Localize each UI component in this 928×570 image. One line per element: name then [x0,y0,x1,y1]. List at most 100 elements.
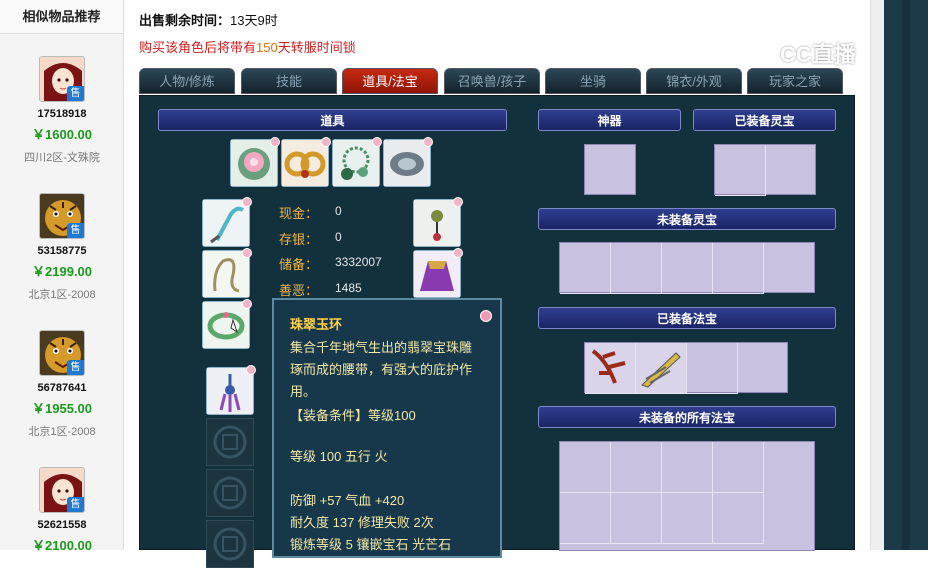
grid-cell[interactable] [611,442,662,493]
equipped-lingbao-header: 已装备灵宝 [693,109,836,131]
sale-timer: 出售剩余时间：13天9时 [139,10,278,29]
grid-cell[interactable] [611,243,662,294]
grid-cell[interactable] [560,493,611,544]
stat-reserve-value: 3332007 [335,255,382,269]
equip-slot[interactable] [383,137,433,187]
tassel-ornament-icon [207,368,253,414]
avatar[interactable]: 售 [39,467,85,513]
weapon-hook-icon [203,200,249,246]
grid-cell[interactable] [662,243,713,294]
avatar[interactable]: 售 [39,193,85,239]
grid-cell[interactable] [713,442,764,493]
similar-item-card[interactable]: 售 17518918 ￥1600.00 四川2区-文殊院 [0,56,124,165]
item-price: ￥1955.00 [32,401,92,416]
avatar[interactable]: 售 [39,56,85,102]
equip-slot[interactable] [206,365,256,415]
equip-slot[interactable] [230,137,280,187]
item-price: ￥2100.00 [32,538,92,553]
empty-slot-emblem-icon [213,476,247,510]
notice-suffix: 天转服时间锁 [277,40,356,55]
stat-cash-label: 现金： [279,206,319,221]
grid-cell[interactable] [662,493,713,544]
fabao-slot[interactable] [585,343,636,394]
equip-slot[interactable] [202,197,252,247]
items-panel: 道具 现金： 0 存银： 0 储备： 3332007 善恶： 1485 神器 已… [139,95,855,568]
equipped-lingbao-slots[interactable] [714,144,816,196]
stat-savings-value: 0 [335,230,342,244]
pin-icon [372,137,382,147]
equip-slot[interactable] [332,137,382,187]
jade-beads-icon [333,140,379,186]
equip-slot[interactable] [202,299,252,349]
fabao-slot[interactable] [636,343,687,394]
close-icon[interactable] [480,310,492,322]
grid-cell[interactable] [662,442,713,493]
tab-skills[interactable]: 技能 [241,68,337,94]
fabao-slot[interactable] [687,343,738,394]
gold-necklace-icon [282,140,328,186]
artifact-slot[interactable] [584,144,636,195]
tooltip-level-element: 等级 100 五行 火 [290,449,388,464]
similar-items-sidebar: 相似物品推荐 售 17518918 ￥1600.00 四川2区-文殊院 售 53… [0,0,124,553]
tab-character[interactable]: 人物/修炼 [139,68,235,94]
red-branch-fabao-icon [591,349,626,384]
sidebar-title: 相似物品推荐 [0,0,123,34]
tooltip-forge-gem: 锻炼等级 5 镶嵌宝石 光芒石 [290,537,452,552]
avatar[interactable]: 售 [39,330,85,376]
grid-cell[interactable] [560,442,611,493]
silver-armor-icon [384,140,430,186]
page-scrollbar[interactable] [870,0,884,550]
pin-icon [270,137,280,147]
item-id: 53158775 [37,245,87,257]
equip-slot[interactable] [413,197,463,247]
tooltip-description: 集合千年地气生出的翡翠宝珠雕琢而成的腰带，有强大的庇护作用。 [290,340,473,399]
similar-item-card[interactable]: 售 53158775 ￥2199.00 北京1区-2008 [0,193,124,302]
tab-player-home[interactable]: 玩家之家 [747,68,843,94]
empty-slot[interactable] [206,418,254,466]
tab-mounts[interactable]: 坐骑 [545,68,641,94]
item-server: 北京1区-2008 [28,289,96,301]
grid-cell[interactable] [713,243,764,294]
grid-cell[interactable] [713,493,764,544]
similar-item-card[interactable]: 售 52621558 ￥2100.00 [0,467,124,554]
pin-icon [242,299,252,309]
tab-items[interactable]: 道具/法宝 [342,68,438,94]
grid-cell[interactable] [560,243,611,294]
tab-outfits[interactable]: 锦衣/外观 [646,68,742,94]
tab-summons[interactable]: 召唤兽/孩子 [444,68,540,94]
pin-icon [423,137,433,147]
tooltip-durability: 耐久度 137 修理失败 2次 [290,515,434,530]
pin-icon [453,248,463,258]
tooltip-defense-hp: 防御 +57 气血 +420 [290,493,405,508]
empty-slot[interactable] [206,469,254,517]
stat-karma-label: 善恶： [279,283,319,298]
purple-skirt-icon [414,251,460,297]
unequipped-lingbao-grid[interactable] [559,242,815,294]
similar-item-card[interactable]: 售 56787641 ￥1955.00 北京1区-2008 [0,330,124,439]
stat-reserve-label: 储备： [279,257,319,272]
equip-slot[interactable] [202,248,252,298]
unequipped-lingbao-header: 未装备灵宝 [538,208,836,230]
pin-icon [321,137,331,147]
equip-slot[interactable] [281,137,331,187]
tooltip-item-name: 珠翠玉环 [290,317,343,332]
notice-prefix: 购买该角色后将带有 [139,40,257,55]
equipped-fabao-header: 已装备法宝 [538,307,836,329]
equip-slot[interactable] [413,248,463,298]
jade-ring-belt-icon [203,302,249,348]
notice-days: 150 [256,40,278,55]
equipped-fabao-grid[interactable] [584,342,788,394]
item-price: ￥1600.00 [32,127,92,142]
pin-icon [242,197,252,207]
grid-cell[interactable] [611,493,662,544]
unequipped-fabao-grid[interactable] [559,441,815,551]
stat-savings-label: 存银： [279,232,319,247]
empty-slot-emblem-icon [213,527,247,561]
empty-slot[interactable] [206,520,254,568]
item-id: 52621558 [37,519,87,531]
item-tooltip: 珠翠玉环 集合千年地气生出的翡翠宝珠雕琢而成的腰带，有强大的庇护作用。 【装备条… [272,298,502,558]
lingbao-slot[interactable] [715,145,766,196]
stat-karma-value: 1485 [335,281,362,295]
empty-slot-emblem-icon [213,425,247,459]
timer-label: 出售剩余时间： [139,13,231,28]
